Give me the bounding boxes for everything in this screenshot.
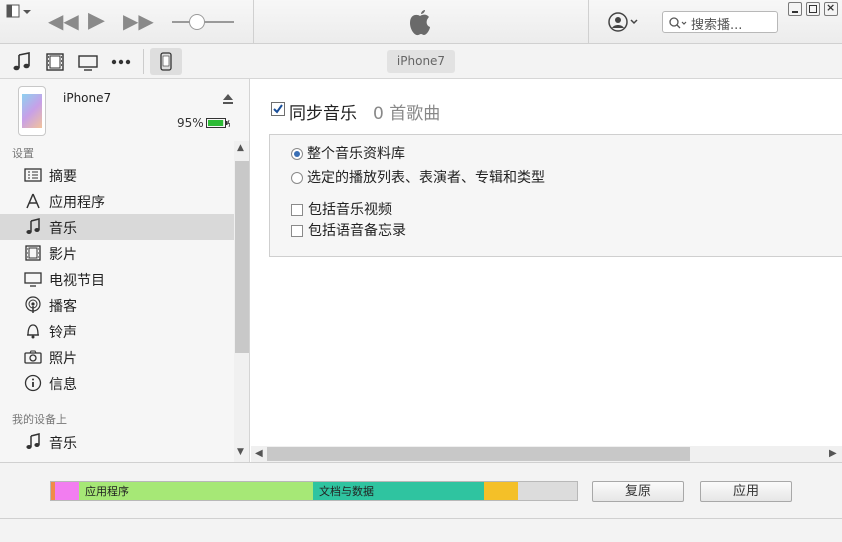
maximize-button[interactable] bbox=[806, 2, 820, 16]
device-name-tab[interactable]: iPhone7 bbox=[387, 50, 455, 73]
iphone-icon bbox=[160, 52, 172, 71]
scroll-up-icon[interactable]: ▲ bbox=[237, 143, 244, 153]
sidebar-item-label: 铃声 bbox=[49, 325, 77, 341]
scrollbar-thumb[interactable] bbox=[235, 161, 249, 353]
device-button[interactable] bbox=[150, 48, 182, 75]
search-icon bbox=[669, 17, 687, 29]
apps-icon bbox=[26, 193, 40, 209]
podcast-icon bbox=[25, 296, 41, 313]
sidebar-item-label: 信息 bbox=[49, 377, 77, 393]
film-icon bbox=[25, 245, 41, 261]
apply-button[interactable]: 应用 bbox=[700, 481, 792, 502]
sidebar-item-label: 播客 bbox=[49, 299, 77, 315]
selected-items-radio[interactable] bbox=[291, 172, 303, 184]
sidebar-item-label: 摘要 bbox=[49, 169, 77, 185]
sync-music-checkbox[interactable] bbox=[271, 102, 285, 116]
bell-icon bbox=[27, 324, 39, 339]
camera-icon bbox=[24, 350, 42, 364]
sidebar-item-label: 音乐 bbox=[49, 436, 77, 452]
include-videos-label: 包括音乐视频 bbox=[308, 202, 392, 218]
divider bbox=[588, 0, 589, 44]
horizontal-scrollbar[interactable]: ◀ ▶ bbox=[251, 446, 842, 462]
include-memos-label: 包括语音备忘录 bbox=[308, 223, 406, 239]
scroll-down-icon[interactable]: ▼ bbox=[237, 447, 244, 457]
close-button[interactable]: × bbox=[824, 1, 838, 16]
sidebar-item-settings-0[interactable]: 摘要 bbox=[0, 162, 234, 188]
entire-library-label: 整个音乐资料库 bbox=[307, 146, 405, 162]
capacity-apps-segment: 应用程序 bbox=[79, 482, 313, 500]
sidebar-item-settings-7[interactable]: 照片 bbox=[0, 344, 234, 370]
music-sync-panel: 同步音乐 0 首歌曲 整个音乐资料库 选定的播放列表、表演者、专辑和类型 包括音… bbox=[251, 79, 842, 462]
sidebar-item-label: 电视节目 bbox=[49, 273, 105, 289]
battery-fill bbox=[208, 120, 224, 126]
checkmark-icon bbox=[273, 104, 283, 114]
minimize-button[interactable] bbox=[788, 2, 802, 16]
sidebar-item-settings-1[interactable]: 应用程序 bbox=[0, 188, 234, 214]
battery-percent: 95% bbox=[177, 116, 204, 130]
selected-items-label: 选定的播放列表、表演者、专辑和类型 bbox=[307, 170, 545, 186]
sidebar-item-settings-2[interactable]: 音乐 bbox=[0, 214, 234, 240]
film-icon[interactable] bbox=[44, 52, 68, 72]
rewind-icon[interactable]: ◀◀ bbox=[48, 10, 79, 32]
tv-icon[interactable] bbox=[77, 52, 101, 72]
info-icon bbox=[24, 374, 42, 392]
capacity-docs-segment: 文档与数据 bbox=[313, 482, 484, 500]
search-input[interactable]: 搜索播... bbox=[662, 11, 778, 33]
sidebar-item-settings-4[interactable]: 电视节目 bbox=[0, 266, 234, 292]
song-count: 0 首歌曲 bbox=[373, 104, 441, 124]
music-note-icon bbox=[26, 218, 40, 234]
scroll-left-icon[interactable]: ◀ bbox=[255, 448, 263, 459]
section-on-device-title: 我的设备上 bbox=[12, 413, 67, 426]
sidebar-item-settings-5[interactable]: 播客 bbox=[0, 292, 234, 318]
include-memos-checkbox[interactable] bbox=[291, 225, 303, 237]
sidebar-item-settings-3[interactable]: 影片 bbox=[0, 240, 234, 266]
capacity-photos-segment bbox=[55, 482, 79, 500]
entire-library-radio[interactable] bbox=[291, 148, 303, 160]
capacity-footer: 应用程序 文档与数据 复原 应用 bbox=[0, 462, 842, 518]
device-thumbnail bbox=[18, 86, 46, 136]
scrollbar-thumb[interactable] bbox=[267, 447, 690, 461]
sync-options-box: 整个音乐资料库 选定的播放列表、表演者、专辑和类型 包括音乐视频 包括语音备忘录 bbox=[269, 134, 842, 257]
sync-music-label: 同步音乐 bbox=[289, 104, 357, 124]
search-placeholder: 搜索播... bbox=[691, 18, 743, 33]
device-name: iPhone7 bbox=[63, 91, 112, 105]
sidebar-item-settings-8[interactable]: 信息 bbox=[0, 370, 234, 396]
sidebar-item-label: 应用程序 bbox=[49, 195, 105, 211]
sidebar-item-device-0[interactable]: 音乐 bbox=[0, 429, 234, 455]
sidebar-item-label: 影片 bbox=[49, 247, 77, 263]
media-nav-bar: iPhone7 bbox=[0, 44, 842, 79]
scroll-right-icon[interactable]: ▶ bbox=[829, 448, 837, 459]
include-videos-checkbox[interactable] bbox=[291, 204, 303, 216]
sidebar: iPhone7 95% 设置 摘要 应用程序 音乐 影片 电视节目 播客 铃声 照片 信息 我的… bbox=[0, 79, 250, 462]
music-note-icon[interactable] bbox=[10, 52, 34, 72]
sidebar-item-label: 照片 bbox=[49, 351, 77, 367]
divider bbox=[143, 49, 144, 74]
capacity-other-segment bbox=[484, 482, 518, 500]
battery-icon bbox=[206, 118, 230, 128]
window-menu-icon[interactable] bbox=[6, 4, 32, 20]
play-icon[interactable]: ▶ bbox=[88, 10, 105, 32]
sidebar-scrollbar[interactable]: ▲ ▼ bbox=[234, 141, 249, 462]
section-settings-title: 设置 bbox=[12, 147, 34, 160]
eject-icon[interactable] bbox=[222, 93, 234, 105]
more-icon[interactable] bbox=[110, 52, 134, 72]
sidebar-item-label: 音乐 bbox=[49, 221, 77, 237]
divider bbox=[253, 0, 254, 44]
capacity-bar: 应用程序 文档与数据 bbox=[50, 481, 578, 501]
fast-forward-icon[interactable]: ▶▶ bbox=[123, 10, 154, 32]
status-bar bbox=[0, 518, 842, 542]
revert-button[interactable]: 复原 bbox=[592, 481, 684, 502]
account-icon[interactable] bbox=[607, 11, 641, 33]
tv-icon bbox=[24, 272, 42, 287]
apple-logo-icon bbox=[410, 10, 430, 36]
title-bar: ◀◀ ▶ ▶▶ 搜索播... × bbox=[0, 0, 842, 44]
music-note-icon bbox=[26, 433, 40, 449]
volume-knob[interactable] bbox=[189, 14, 205, 30]
sidebar-item-settings-6[interactable]: 铃声 bbox=[0, 318, 234, 344]
summary-icon bbox=[24, 168, 42, 182]
